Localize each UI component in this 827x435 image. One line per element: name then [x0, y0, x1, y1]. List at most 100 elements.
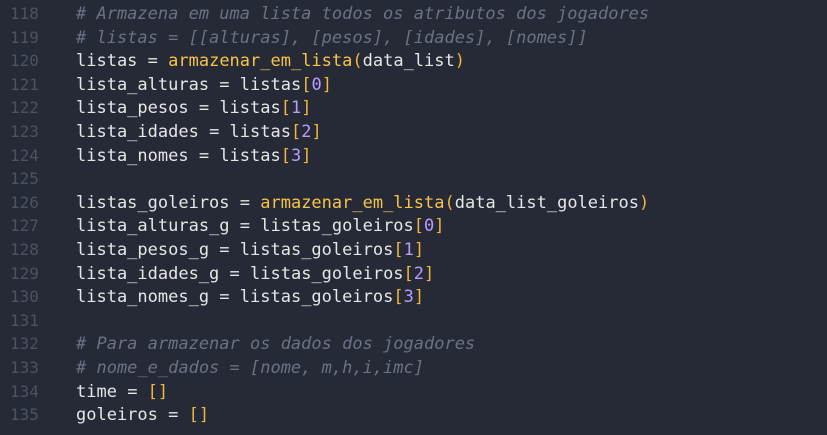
code-line[interactable]: 118 # Armazena em uma lista todos os atri…: [0, 2, 827, 26]
token-ident: listas_goleiros: [239, 240, 394, 260]
token-ident: data_list_goleiros: [454, 192, 639, 213]
token-ident: listas: [219, 98, 281, 119]
token-bracket: (: [352, 51, 363, 72]
code-line[interactable]: 122 lista_pesos = listas[1]: [0, 96, 827, 120]
code-text: lista_nomes = listas[3]: [76, 144, 311, 168]
token-num: 3: [403, 287, 414, 308]
token-bracket: ]: [311, 122, 322, 142]
token-bracket: [: [393, 287, 404, 308]
code-editor[interactable]: 118 # Armazena em uma lista todos os atri…: [0, 0, 827, 435]
token-ident: lista_alturas: [76, 74, 220, 95]
line-number: 128: [10, 240, 39, 259]
token-bracket: ]: [321, 74, 332, 95]
token-num: 1: [290, 98, 302, 119]
token-op: =: [219, 240, 240, 260]
token-bracket: ]: [434, 216, 445, 237]
token-ident: listas_goleiros: [260, 216, 414, 237]
code-line[interactable]: 132 # Para armazenar os dados dos jogador…: [0, 332, 827, 356]
line-number: 127: [10, 216, 39, 236]
code-text: lista_idades = listas[2]: [76, 120, 322, 144]
token-ident: lista_pesos: [76, 98, 199, 119]
token-ident: listas_goleiros: [239, 287, 394, 308]
code-text: listas = armazenar_em_lista(data_list): [76, 49, 465, 73]
token-num: 3: [290, 145, 302, 166]
code-line[interactable]: 130 lista_nomes_g = listas_goleiros[3]: [0, 285, 827, 309]
code-line[interactable]: 119 # listas = [[alturas], [pesos], [idad…: [0, 26, 827, 50]
code-line[interactable]: 133 # nome_e_dados = [nome, m,h,i,imc]: [0, 356, 827, 380]
token-ident: listas: [229, 122, 291, 142]
code-line[interactable]: 129 lista_idades_g = listas_goleiros[2]: [0, 262, 827, 286]
code-line[interactable]: 128 lista_pesos_g = listas_goleiros[1]: [0, 238, 827, 262]
token-ident: listas_goleiros: [76, 192, 240, 213]
token-bracket: ): [638, 192, 650, 213]
code-line[interactable]: 125: [0, 167, 827, 191]
token-bracket: ]: [413, 287, 425, 308]
line-number: 118: [10, 4, 39, 23]
code-text: lista_pesos_g = listas_goleiros[1]: [76, 238, 424, 262]
token-ident: listas: [219, 145, 281, 166]
token-op: =: [168, 405, 189, 426]
token-ident: time: [76, 381, 128, 402]
code-text: lista_pesos = listas[1]: [76, 96, 311, 120]
code-text: lista_idades_g = listas_goleiros[2]: [76, 262, 434, 286]
code-line[interactable]: 134 time = []: [0, 380, 827, 404]
token-bracket: ]: [301, 98, 312, 119]
token-num: 0: [424, 216, 435, 237]
token-bracket: [: [301, 74, 312, 95]
token-num: 0: [311, 74, 322, 95]
line-number: 126: [10, 192, 39, 212]
line-number: 121: [10, 74, 39, 94]
code-text: listas_goleiros = armazenar_em_lista(dat…: [76, 191, 649, 215]
code-text: lista_alturas_g = listas_goleiros[0]: [76, 214, 445, 238]
token-op: =: [239, 192, 261, 213]
token-ident: listas: [239, 74, 302, 95]
token-bracket: (: [444, 192, 455, 213]
line-number: 135: [10, 405, 39, 425]
token-ident: lista_pesos_g: [76, 240, 220, 260]
line-number: 120: [10, 51, 39, 71]
token-bracket: ): [454, 51, 465, 72]
code-line[interactable]: 135 goleiros = []: [0, 403, 827, 427]
line-number: 123: [10, 122, 39, 141]
line-number: 132: [10, 334, 39, 354]
token-bracket: ]: [413, 240, 425, 260]
token-op: =: [147, 51, 169, 72]
line-number: 130: [10, 287, 39, 307]
token-comment: # Armazena em uma lista todos os atribut…: [76, 4, 650, 24]
code-text: # Armazena em uma lista todos os atribut…: [76, 2, 649, 26]
code-text: goleiros = []: [76, 403, 209, 427]
code-text: lista_alturas = listas[0]: [76, 73, 332, 97]
code-line[interactable]: 123 lista_idades = listas[2]: [0, 120, 827, 144]
token-op: =: [198, 98, 220, 119]
code-line[interactable]: 120 listas = armazenar_em_lista(data_list…: [0, 49, 827, 73]
token-bracket: []: [147, 381, 169, 402]
code-line[interactable]: 131: [0, 309, 827, 333]
token-ident: goleiros: [76, 405, 169, 426]
code-line[interactable]: 126 listas_goleiros = armazenar_em_lista(…: [0, 191, 827, 215]
code-text: lista_nomes_g = listas_goleiros[3]: [76, 285, 424, 309]
code-text: time = []: [76, 380, 168, 404]
token-bracket: [: [280, 98, 291, 119]
code-line[interactable]: 124 lista_nomes = listas[3]: [0, 144, 827, 168]
token-bracket: [: [393, 240, 404, 260]
code-line[interactable]: 127 lista_alturas_g = listas_goleiros[0]: [0, 214, 827, 238]
token-num: 2: [301, 122, 312, 142]
token-op: =: [127, 381, 148, 402]
token-func: armazenar_em_lista: [260, 192, 445, 213]
token-ident: lista_nomes: [76, 145, 199, 166]
token-ident: listas: [76, 51, 148, 72]
line-number: 129: [10, 263, 39, 283]
token-op: =: [219, 287, 240, 308]
token-num: 2: [413, 263, 425, 284]
line-number: 125: [10, 169, 39, 189]
token-comment: # Para armazenar os dados dos jogadores: [76, 334, 476, 355]
token-op: =: [239, 216, 261, 237]
token-op: =: [198, 145, 220, 166]
token-num: 1: [403, 240, 414, 260]
token-bracket: [: [413, 216, 425, 237]
token-bracket: [: [280, 145, 291, 166]
code-line[interactable]: 121 lista_alturas = listas[0]: [0, 73, 827, 97]
token-ident: data_list: [362, 51, 455, 72]
code-text: # listas = [[alturas], [pesos], [idades]…: [76, 26, 588, 50]
token-ident: lista_nomes_g: [76, 287, 220, 308]
